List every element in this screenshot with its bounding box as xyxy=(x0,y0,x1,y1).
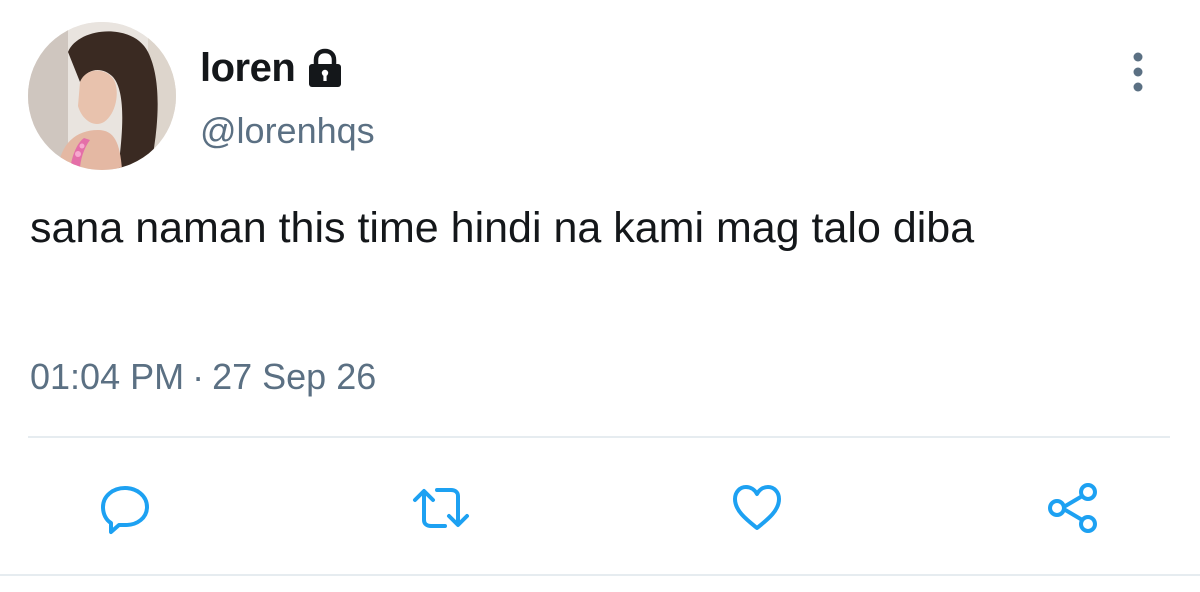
author-name-row: loren xyxy=(200,42,345,94)
retweet-icon xyxy=(413,488,469,528)
share-icon xyxy=(1048,483,1097,533)
timestamp-separator: · xyxy=(192,356,205,397)
avatar[interactable] xyxy=(28,22,176,170)
avatar-image xyxy=(28,22,176,170)
share-button[interactable] xyxy=(1036,472,1108,544)
like-button[interactable] xyxy=(721,472,793,544)
lock-icon xyxy=(305,47,345,89)
user-handle[interactable]: @lorenhqs xyxy=(200,110,375,152)
bottom-divider xyxy=(0,574,1200,576)
tweet-card: loren @lorenhqs sana naman this time hin… xyxy=(0,0,1200,592)
action-bar xyxy=(0,472,1200,544)
reply-icon xyxy=(101,486,149,534)
tweet-text: sana naman this time hindi na kami mag t… xyxy=(30,204,975,252)
like-icon xyxy=(733,485,781,530)
tweet-time: 01:04 PM xyxy=(30,356,185,397)
tweet-timestamp[interactable]: 01:04 PM · 27 Sep 26 xyxy=(30,356,376,398)
display-name[interactable]: loren xyxy=(200,46,296,91)
tweet-date: 27 Sep 26 xyxy=(212,356,377,397)
retweet-button[interactable] xyxy=(405,472,477,544)
divider xyxy=(28,436,1170,438)
reply-button[interactable] xyxy=(89,472,161,544)
more-options-icon[interactable] xyxy=(1124,48,1152,96)
